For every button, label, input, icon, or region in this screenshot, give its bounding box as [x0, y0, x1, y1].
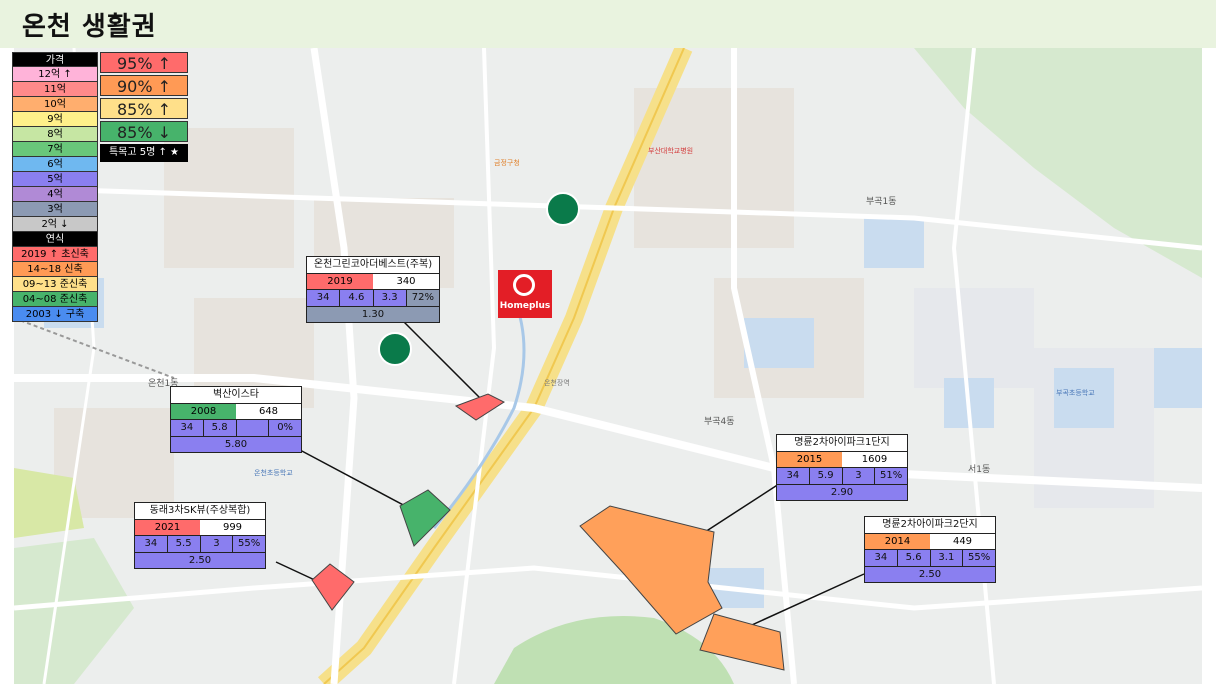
page-title: 온천 생활권: [22, 12, 157, 42]
map-area[interactable]: 온천1동 부곡1동 부곡4동 서1동 온천장역 부산대학교병원 온천초등학교 부…: [14, 48, 1202, 684]
price-legend-item: 12억 ↑: [12, 67, 98, 82]
complex-ratio: 72%: [406, 290, 439, 306]
complex-area-1: [454, 393, 506, 421]
complex-units: 999: [222, 522, 243, 533]
era-legend-item: 14~18 신축: [12, 262, 98, 277]
complex-name: 명륜2차아이파크1단지: [777, 435, 907, 452]
complex-card-3[interactable]: 동래3차SK뷰(주상복합) 2021 999 34 5.5 3 55% 2.50: [134, 502, 266, 569]
era-legend-item: 2019 ↑ 초신축: [12, 247, 98, 262]
complex-ratio: 51%: [880, 470, 903, 481]
complex-year: 2019: [307, 274, 373, 289]
price-legend-item: 4억: [12, 187, 98, 202]
complex-card-1[interactable]: 온천그린코아더베스트(주복) 2019 340 34 4.6 3.3 72% 1.30: [306, 256, 440, 323]
complex-name: 명륜2차아이파크2단지: [865, 517, 995, 534]
complex-price: 4.6: [340, 290, 374, 306]
complex-gap: 2.50: [865, 567, 995, 582]
complex-units: 340: [396, 276, 416, 287]
complex-jeonse: [237, 420, 270, 436]
complex-area: 34: [777, 468, 810, 484]
complex-gap: 2.90: [777, 485, 907, 500]
complex-gap: 5.80: [171, 437, 301, 452]
complex-name: 동래3차SK뷰(주상복합): [135, 503, 265, 520]
special-school-legend: 특목고 5명 ↑ ★: [100, 144, 188, 162]
complex-area-3: [311, 563, 355, 611]
complex-area: 34: [135, 536, 168, 552]
complex-area: 34: [171, 420, 204, 436]
complex-gap: 2.50: [135, 553, 265, 568]
complex-price: 5.8: [204, 420, 237, 436]
ratio-legend-item: 85% ↓: [100, 121, 188, 142]
price-legend-item: 9억: [12, 112, 98, 127]
price-legend-item: 10억: [12, 97, 98, 112]
era-legend-header: 연식: [12, 232, 98, 247]
complex-price: 5.6: [898, 550, 931, 566]
complex-price: 5.5: [168, 536, 201, 552]
price-era-legend: 가격 12억 ↑ 11억 10억 9억 8억 7억 6억 5억 4억 3억 2억 ↓ 연식 2019…: [12, 52, 98, 322]
price-legend-item: 8억: [12, 127, 98, 142]
complex-jeonse: 3: [201, 536, 234, 552]
complex-card-5[interactable]: 명륜2차아이파크2단지 2014 449 34 5.6 3.1 55% 2.50: [864, 516, 996, 583]
complex-gap: 1.30: [307, 307, 439, 322]
complex-area: 34: [307, 290, 341, 306]
complex-ratio: 55%: [238, 538, 261, 549]
price-legend-item: 5억: [12, 172, 98, 187]
price-legend-item: 11억: [12, 82, 98, 97]
price-legend-item: 6억: [12, 157, 98, 172]
complex-ratio: 0%: [277, 422, 294, 433]
complex-area-2: [399, 489, 451, 547]
complex-year: 2015: [777, 452, 842, 467]
complex-area-4: [579, 505, 723, 635]
price-legend-item: 7억: [12, 142, 98, 157]
complex-units: 449: [952, 536, 973, 547]
complex-units: 1609: [861, 454, 888, 465]
complex-card-4[interactable]: 명륜2차아이파크1단지 2015 1609 34 5.9 3 51% 2.90: [776, 434, 908, 501]
ratio-legend-item: 90% ↑: [100, 75, 188, 96]
complex-area-5: [699, 613, 785, 671]
complex-card-2[interactable]: 벽산이스타 2008 648 34 5.8 0% 5.80: [170, 386, 302, 453]
complex-units: 648: [258, 406, 279, 417]
price-legend-header: 가격: [12, 52, 98, 67]
complex-jeonse: 3.3: [374, 290, 407, 306]
ratio-legend: 95% ↑ 90% ↑ 85% ↑ 85% ↓ 특목고 5명 ↑ ★: [100, 52, 188, 162]
complex-name: 온천그린코아더베스트(주복): [307, 257, 439, 274]
era-legend-item: 09~13 준신축: [12, 277, 98, 292]
ratio-legend-item: 95% ↑: [100, 52, 188, 73]
price-legend-item: 2억 ↓: [12, 217, 98, 232]
complex-price: 5.9: [810, 468, 843, 484]
complex-name: 벽산이스타: [171, 387, 301, 404]
complex-jeonse: 3: [843, 468, 876, 484]
complex-year: 2008: [171, 404, 236, 419]
era-legend-item: 04~08 준신축: [12, 292, 98, 307]
complex-area: 34: [865, 550, 898, 566]
page-header: 온천 생활권: [0, 0, 1216, 48]
complex-ratio: 55%: [968, 552, 991, 563]
complex-overlay: [275, 319, 865, 671]
ratio-legend-item: 85% ↑: [100, 98, 188, 119]
era-legend-item: 2003 ↓ 구축: [12, 307, 98, 322]
complex-year: 2014: [865, 534, 930, 549]
complex-year: 2021: [135, 520, 200, 535]
complex-jeonse: 3.1: [931, 550, 964, 566]
price-legend-item: 3억: [12, 202, 98, 217]
